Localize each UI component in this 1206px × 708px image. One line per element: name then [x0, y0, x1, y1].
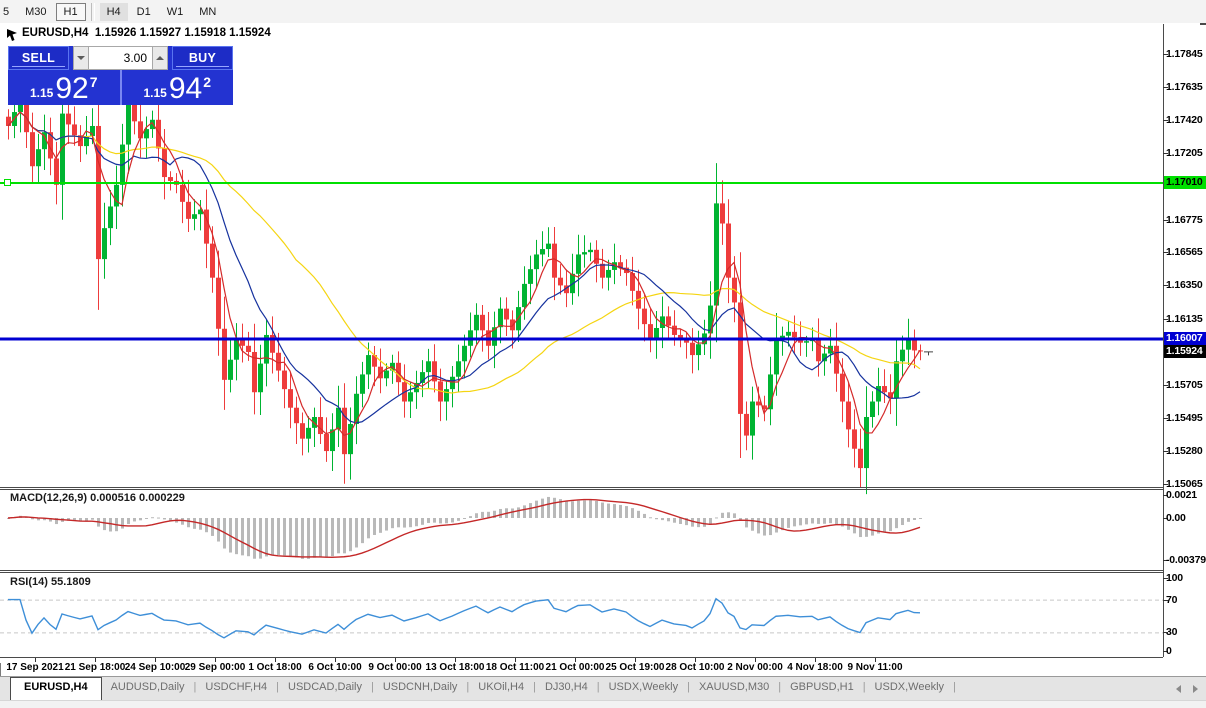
- timeframe-h1-button[interactable]: H1: [56, 3, 86, 21]
- bid-price-pip: 7: [90, 74, 98, 90]
- chart-expand-arrow-icon[interactable]: [5, 26, 21, 43]
- ask-price-big: 94: [169, 75, 202, 103]
- chart-title: EURUSD,H4 1.15926 1.15927 1.15918 1.1592…: [22, 27, 271, 39]
- rsi-indicator-label: RSI(14) 55.1809: [10, 576, 91, 588]
- time-axis-label: 9 Nov 11:00: [837, 662, 913, 673]
- volume-spinner: 3.00: [69, 46, 172, 70]
- trade-panel-quote-row: 1.15 92 7 1.15 94 2: [8, 70, 233, 105]
- tab-usdx-weekly[interactable]: USDX,Weekly: [600, 677, 687, 700]
- status-strip: [0, 700, 1206, 708]
- tab-scroll-right-icon[interactable]: [1193, 685, 1198, 693]
- price-axis-label: 1.15705: [1166, 379, 1206, 392]
- tab-dj30-h4[interactable]: DJ30,H4: [536, 677, 597, 700]
- chart-ohlc-quotes: 1.15926 1.15927 1.15918 1.15924: [95, 27, 271, 39]
- sell-button[interactable]: SELL: [8, 46, 69, 70]
- price-axis-label: 1.16775: [1166, 214, 1206, 227]
- bid-quote[interactable]: 1.15 92 7: [8, 70, 122, 105]
- chart-symbol-period: EURUSD,H4: [22, 27, 88, 39]
- toolbar-separator: [91, 3, 95, 21]
- price-axis-label: 1.16135: [1166, 313, 1206, 326]
- timeframe-m5-button[interactable]: 5: [0, 3, 16, 21]
- price-axis-label: 1.15280: [1166, 445, 1206, 458]
- price-axis-label: 1.16565: [1166, 246, 1206, 259]
- ask-price-pip: 2: [203, 74, 211, 90]
- rsi-axis-label: 70: [1166, 594, 1206, 607]
- tab-usdcad-daily[interactable]: USDCAD,Daily: [279, 677, 371, 700]
- volume-decrease-button[interactable]: [73, 46, 89, 70]
- tab-separator: |: [953, 677, 956, 700]
- chevron-down-icon: [77, 56, 85, 60]
- rsi-axis-label: 0: [1166, 645, 1206, 658]
- bid-price-prefix: 1.15: [30, 86, 53, 100]
- chevron-up-icon: [156, 56, 164, 60]
- rsi-axis-label: 30: [1166, 626, 1206, 639]
- one-click-trade-panel: SELL 3.00 BUY 1.15 92 7 1.15 94 2: [8, 46, 233, 105]
- macd-axis-label: -0.003798: [1166, 554, 1206, 567]
- timeframe-h4-button[interactable]: H4: [100, 3, 128, 21]
- green-level-price-label: 1.17010: [1164, 176, 1206, 189]
- tab-usdchf-h4[interactable]: USDCHF,H4: [196, 677, 276, 700]
- buy-button[interactable]: BUY: [172, 46, 233, 70]
- macd-indicator-label: MACD(12,26,9) 0.000516 0.000229: [10, 492, 185, 504]
- volume-input[interactable]: 3.00: [89, 46, 152, 70]
- bid-price-big: 92: [55, 75, 88, 103]
- ask-price-prefix: 1.15: [143, 86, 166, 100]
- price-axis-label: 1.16350: [1166, 279, 1206, 292]
- volume-increase-button[interactable]: [152, 46, 168, 70]
- rsi-axis-label: 100: [1166, 572, 1206, 585]
- last-price-label: 1.15924: [1164, 345, 1206, 358]
- tab-eurusd-h4-active[interactable]: EURUSD,H4: [10, 677, 102, 700]
- price-axis-label: 1.17635: [1166, 81, 1206, 94]
- sell-button-underline: [12, 66, 65, 67]
- price-axis-label: 1.17420: [1166, 114, 1206, 127]
- sell-button-label: SELL: [22, 51, 55, 65]
- tab-usdx-weekly[interactable]: USDX,Weekly: [866, 677, 953, 700]
- trade-panel-top-row: SELL 3.00 BUY: [8, 46, 233, 70]
- tab-scroll-left-icon[interactable]: [1176, 685, 1181, 693]
- tab-xauusd-m30[interactable]: XAUUSD,M30: [690, 677, 778, 700]
- chart-canvas[interactable]: [0, 23, 1200, 663]
- timeframe-w1-button[interactable]: W1: [160, 3, 191, 21]
- tab-gbpusd-h1[interactable]: GBPUSD,H1: [781, 677, 863, 700]
- timeframe-toolbar: 5 M30 H1 H4 D1 W1 MN: [0, 0, 1206, 24]
- macd-axis-label: 0.00: [1166, 512, 1206, 525]
- timeframe-d1-button[interactable]: D1: [130, 3, 158, 21]
- tab-usdcnh-daily[interactable]: USDCNH,Daily: [374, 677, 467, 700]
- tab-items: AUDUSD,Daily|USDCHF,H4|USDCAD,Daily|USDC…: [102, 677, 956, 700]
- blue-level-price-label: 1.16007: [1164, 332, 1206, 345]
- tab-audusd-daily[interactable]: AUDUSD,Daily: [102, 677, 194, 700]
- ask-quote[interactable]: 1.15 94 2: [122, 70, 234, 105]
- buy-button-underline: [176, 66, 229, 67]
- tab-scroll-arrows: [1176, 677, 1198, 700]
- mt4-terminal: { "toolbar": { "items": ["5", "M30", "H1…: [0, 0, 1206, 708]
- price-axis-label: 1.15495: [1166, 412, 1206, 425]
- price-axis-label: 1.17845: [1166, 48, 1206, 61]
- buy-button-label: BUY: [189, 51, 216, 65]
- timeframe-m30-button[interactable]: M30: [18, 3, 53, 21]
- macd-axis-label: 0.0021: [1166, 489, 1206, 502]
- chart-tab-bar: EURUSD,H4 AUDUSD,Daily|USDCHF,H4|USDCAD,…: [0, 676, 1206, 700]
- tab-ukoil-h4[interactable]: UKOil,H4: [469, 677, 533, 700]
- price-axis-label: 1.17205: [1166, 147, 1206, 160]
- timeframe-mn-button[interactable]: MN: [192, 3, 223, 21]
